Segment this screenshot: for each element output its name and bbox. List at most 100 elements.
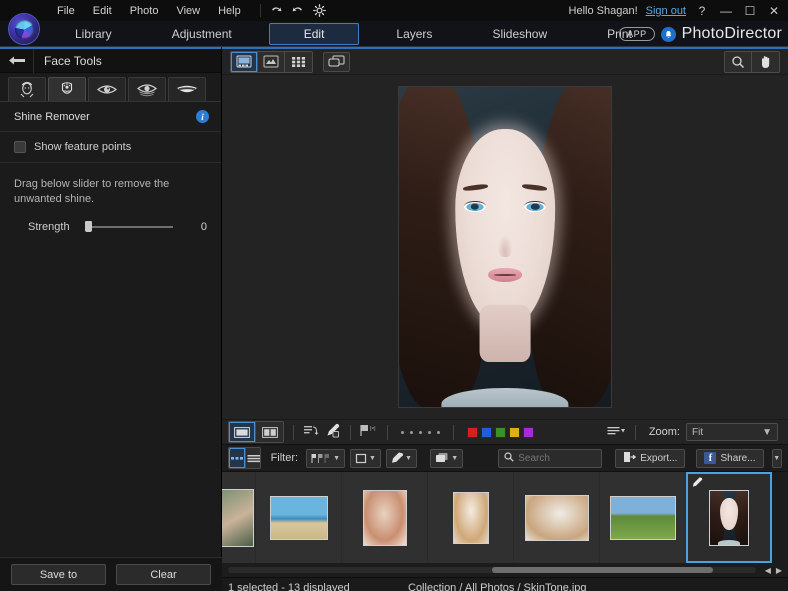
- share-dropdown-button[interactable]: ▼: [771, 448, 782, 468]
- scroll-prev-icon[interactable]: ◀: [765, 566, 771, 575]
- thumbnail-view-icon[interactable]: [229, 448, 246, 468]
- show-feature-points-checkbox[interactable]: [14, 141, 26, 153]
- panel-toggle-icon[interactable]: [323, 51, 350, 72]
- breadcrumb: Collection / All Photos / SkinTone.jpg: [408, 581, 587, 591]
- tab-adjustment[interactable]: Adjustment: [149, 23, 255, 45]
- strength-label: Strength: [28, 220, 70, 233]
- list-item[interactable]: [222, 472, 256, 563]
- info-icon[interactable]: i: [196, 110, 209, 123]
- menu-edit[interactable]: Edit: [84, 3, 121, 19]
- filmstrip-scrollbar[interactable]: ◀ ▶: [222, 563, 788, 577]
- close-button[interactable]: ✕: [766, 4, 782, 18]
- single-view-icon[interactable]: [231, 51, 258, 72]
- thumb-beach-couple[interactable]: [269, 495, 328, 540]
- hand-tool-icon[interactable]: [752, 51, 779, 72]
- color-swatch-blue[interactable]: [481, 426, 492, 438]
- list-options-icon[interactable]: [607, 425, 626, 440]
- quick-action-icons: [269, 4, 326, 17]
- list-view-icon[interactable]: [246, 448, 260, 468]
- tab-layers[interactable]: Layers: [373, 23, 455, 45]
- maximize-button[interactable]: ☐: [742, 4, 758, 18]
- eye-bag-removal-icon[interactable]: [128, 77, 166, 101]
- skin-shine-icon[interactable]: [48, 77, 86, 101]
- color-swatch-yellow[interactable]: [509, 426, 520, 438]
- zoom-dropdown[interactable]: Fit ▼: [686, 423, 778, 441]
- search-box[interactable]: ✕: [498, 448, 663, 468]
- menu-file[interactable]: File: [48, 3, 84, 19]
- pupil-left: [470, 203, 480, 211]
- thumb-woman-white-shirt[interactable]: [524, 494, 589, 541]
- rating-dot-3[interactable]: [419, 430, 422, 434]
- rating-dot-5[interactable]: [437, 430, 440, 434]
- before-after-view-icon[interactable]: [256, 422, 283, 442]
- tab-library[interactable]: Library: [52, 23, 135, 45]
- app-badge[interactable]: APP: [619, 27, 655, 41]
- undo-icon[interactable]: [269, 4, 283, 17]
- sign-out-link[interactable]: Sign out: [646, 5, 686, 17]
- pupil-right: [530, 203, 540, 211]
- rating-filter-dropdown[interactable]: ▼: [350, 448, 381, 468]
- toolbar-divider-5: [634, 424, 636, 440]
- list-item[interactable]: [686, 472, 772, 563]
- panel-header: Face Tools: [0, 47, 221, 73]
- settings-gear-icon[interactable]: [312, 4, 326, 17]
- color-swatch-purple[interactable]: [523, 426, 534, 438]
- star-rating-dots[interactable]: [401, 430, 440, 434]
- menu-help[interactable]: Help: [209, 3, 250, 19]
- face-shaper-icon[interactable]: [8, 77, 46, 101]
- main-photo[interactable]: [398, 86, 612, 408]
- save-to-button[interactable]: Save to: [11, 564, 106, 585]
- rating-dot-2[interactable]: [410, 430, 413, 434]
- zoom-tool-icon[interactable]: [725, 51, 752, 72]
- teeth-whitener-icon[interactable]: [168, 77, 206, 101]
- flag-rating-icon[interactable]: |×|: [360, 424, 378, 440]
- color-swatch-green[interactable]: [495, 426, 506, 438]
- scroll-next-icon[interactable]: ▶: [776, 566, 782, 575]
- scroll-thumb[interactable]: [491, 567, 714, 573]
- stack-filter-dropdown[interactable]: ▼: [430, 448, 464, 468]
- thumb-mountain-landscape[interactable]: [609, 495, 676, 540]
- tab-slideshow[interactable]: Slideshow: [469, 23, 570, 45]
- export-button[interactable]: Export...: [615, 448, 686, 468]
- clear-button[interactable]: Clear: [116, 564, 211, 585]
- menu-view[interactable]: View: [167, 3, 209, 19]
- minimize-button[interactable]: —: [718, 4, 734, 18]
- rating-dot-4[interactable]: [428, 430, 431, 434]
- strength-slider-thumb[interactable]: [85, 220, 92, 232]
- thumb-skintone-portrait[interactable]: [709, 489, 749, 546]
- redo-icon[interactable]: [291, 4, 305, 17]
- tab-edit[interactable]: Edit: [268, 22, 360, 45]
- rating-dot-1[interactable]: [401, 430, 404, 434]
- help-button[interactable]: ?: [694, 4, 710, 18]
- before-view-icon[interactable]: [229, 422, 256, 442]
- hint-text: Drag below slider to remove the unwanted…: [14, 178, 170, 205]
- list-item[interactable]: [256, 472, 342, 563]
- compare-view-icon[interactable]: [258, 51, 285, 72]
- before-after-group: [228, 421, 284, 443]
- list-item[interactable]: [342, 472, 428, 563]
- back-arrow-icon[interactable]: [0, 48, 34, 73]
- share-button[interactable]: f Share...: [696, 448, 764, 468]
- thumb-laughing-woman[interactable]: [452, 491, 489, 544]
- flag-filter-dropdown[interactable]: ▼: [306, 448, 346, 468]
- color-swatch-red[interactable]: [467, 426, 478, 438]
- main-area: |×| Zoom: Fit ▼ Filter: ▼ ▼ ▼ ▼ Search E…: [222, 47, 788, 591]
- undo-history-icon[interactable]: [303, 424, 319, 441]
- list-item[interactable]: [600, 472, 686, 563]
- list-item[interactable]: [428, 472, 514, 563]
- filmstrip[interactable]: [222, 471, 788, 563]
- thumb-waterfall-portrait[interactable]: [222, 488, 254, 547]
- eyedropper-icon[interactable]: [325, 423, 341, 441]
- strength-slider-track[interactable]: [85, 220, 173, 232]
- show-feature-points-row[interactable]: Show feature points: [0, 132, 221, 163]
- grid-view-icon[interactable]: [285, 51, 312, 72]
- thumb-smiling-woman-1[interactable]: [362, 489, 407, 546]
- eye-enhancer-icon[interactable]: [88, 77, 126, 101]
- list-item[interactable]: [514, 472, 600, 563]
- toolbar-divider-3: [387, 424, 388, 440]
- notification-bell-icon[interactable]: [660, 26, 676, 42]
- scroll-track[interactable]: [228, 567, 756, 573]
- color-filter-dropdown[interactable]: ▼: [385, 448, 417, 468]
- menu-photo[interactable]: Photo: [121, 3, 168, 19]
- photo-canvas[interactable]: [222, 75, 788, 419]
